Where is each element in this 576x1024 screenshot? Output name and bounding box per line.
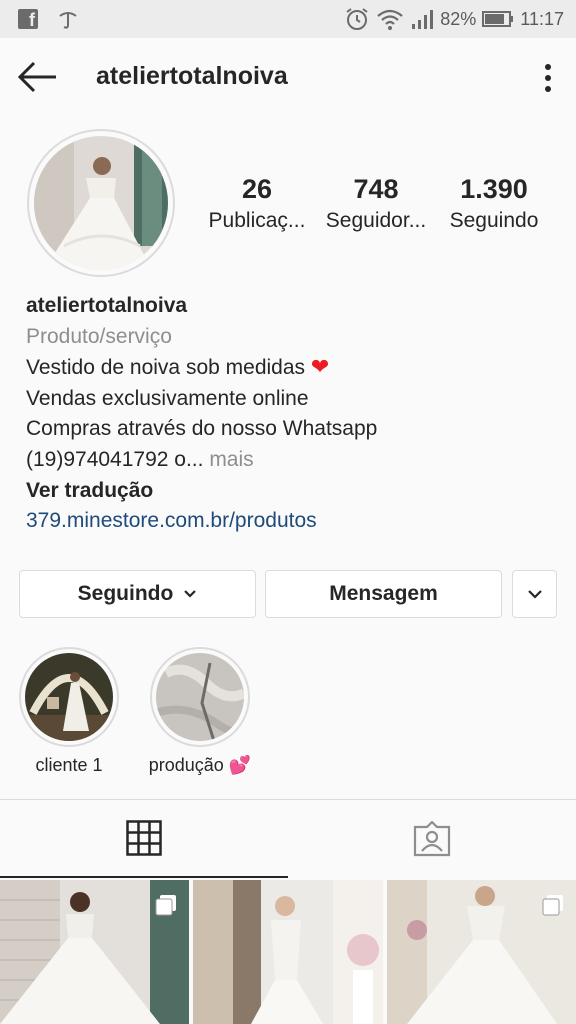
following-button[interactable]: Seguindo xyxy=(19,570,256,618)
posts-count: 26 xyxy=(241,174,273,204)
facebook-icon: f xyxy=(18,9,38,30)
bio-line-1-text: Vestido de noiva sob medidas xyxy=(26,356,306,380)
highlight-image xyxy=(156,653,244,741)
stat-posts[interactable]: 26 Publicaç... xyxy=(197,173,317,233)
multiple-photos-icon xyxy=(542,895,563,916)
post-thumbnail[interactable] xyxy=(387,880,576,1024)
following-button-label: Seguindo xyxy=(77,582,174,605)
following-label: Seguindo xyxy=(449,209,539,232)
profile-bio: ateliertotalnoiva Produto/serviço Vestid… xyxy=(26,291,556,537)
battery-icon xyxy=(482,11,514,27)
highlight-ring xyxy=(19,647,119,747)
wifi-icon xyxy=(377,9,403,30)
stat-followers[interactable]: 748 Seguidor... xyxy=(316,173,436,233)
highlight-label: cliente 1 xyxy=(35,755,103,775)
tagged-icon xyxy=(413,821,451,857)
profile-name: ateliertotalnoiva xyxy=(26,294,188,317)
tab-tagged[interactable] xyxy=(288,800,576,878)
tab-grid[interactable] xyxy=(0,800,288,878)
alarm-icon xyxy=(346,8,368,30)
heart-emoji: ❤ xyxy=(310,354,330,380)
highlight-label: produção 💕 xyxy=(145,755,255,776)
profile-avatar[interactable] xyxy=(34,136,168,270)
back-arrow-icon[interactable] xyxy=(16,60,60,94)
bio-line-1: Vestido de noiva sob medidas ❤ xyxy=(26,352,556,384)
profile-category: Produto/serviço xyxy=(26,324,172,348)
signal-icon xyxy=(412,10,434,29)
bio-line-3: Compras através do nosso Whatsapp xyxy=(26,417,378,441)
website-link[interactable]: 379.minestore.com.br/produtos xyxy=(26,506,556,537)
followers-label: Seguidor... xyxy=(325,209,427,232)
profile-tab-bar xyxy=(0,799,576,878)
message-button-label: Mensagem xyxy=(329,582,438,605)
bio-more-link[interactable]: mais xyxy=(203,448,253,471)
chevron-down-icon xyxy=(527,590,542,599)
highlight-ring xyxy=(150,647,250,747)
highlight-cliente-1[interactable]: cliente 1 xyxy=(14,647,124,776)
highlight-label-text: produção xyxy=(148,755,224,775)
multiple-photos-icon xyxy=(155,895,176,916)
translate-link[interactable]: Ver tradução xyxy=(26,476,556,507)
post-grid xyxy=(0,880,576,1024)
following-count: 1.390 xyxy=(460,174,528,204)
highlight-image xyxy=(25,653,113,741)
header-username: ateliertotalnoiva xyxy=(96,62,288,90)
post-thumbnail[interactable] xyxy=(0,880,189,1024)
bio-line-4: (19)974041792 o... mais xyxy=(26,445,556,476)
notification-icon xyxy=(59,12,77,29)
profile-header: ateliertotalnoiva xyxy=(0,38,576,118)
stat-following[interactable]: 1.390 Seguindo xyxy=(434,173,554,233)
status-bar: f 82% 11:17 xyxy=(0,0,576,38)
message-button[interactable]: Mensagem xyxy=(265,570,502,618)
posts-label: Publicaç... xyxy=(208,209,306,232)
suggested-accounts-button[interactable] xyxy=(512,570,557,618)
chevron-down-icon xyxy=(184,590,197,598)
grid-icon xyxy=(126,820,162,856)
bio-line-2: Vendas exclusivamente online xyxy=(26,386,309,410)
followers-count: 748 xyxy=(353,174,399,204)
bio-line-4-text: (19)974041792 o... xyxy=(26,447,204,471)
battery-percent: 82% xyxy=(440,8,477,29)
more-vertical-icon[interactable] xyxy=(540,62,556,94)
hearts-emoji: 💕 xyxy=(228,755,252,775)
highlight-producao[interactable]: produção 💕 xyxy=(145,647,255,776)
post-thumbnail[interactable] xyxy=(193,880,383,1024)
clock-time: 11:17 xyxy=(520,8,564,29)
